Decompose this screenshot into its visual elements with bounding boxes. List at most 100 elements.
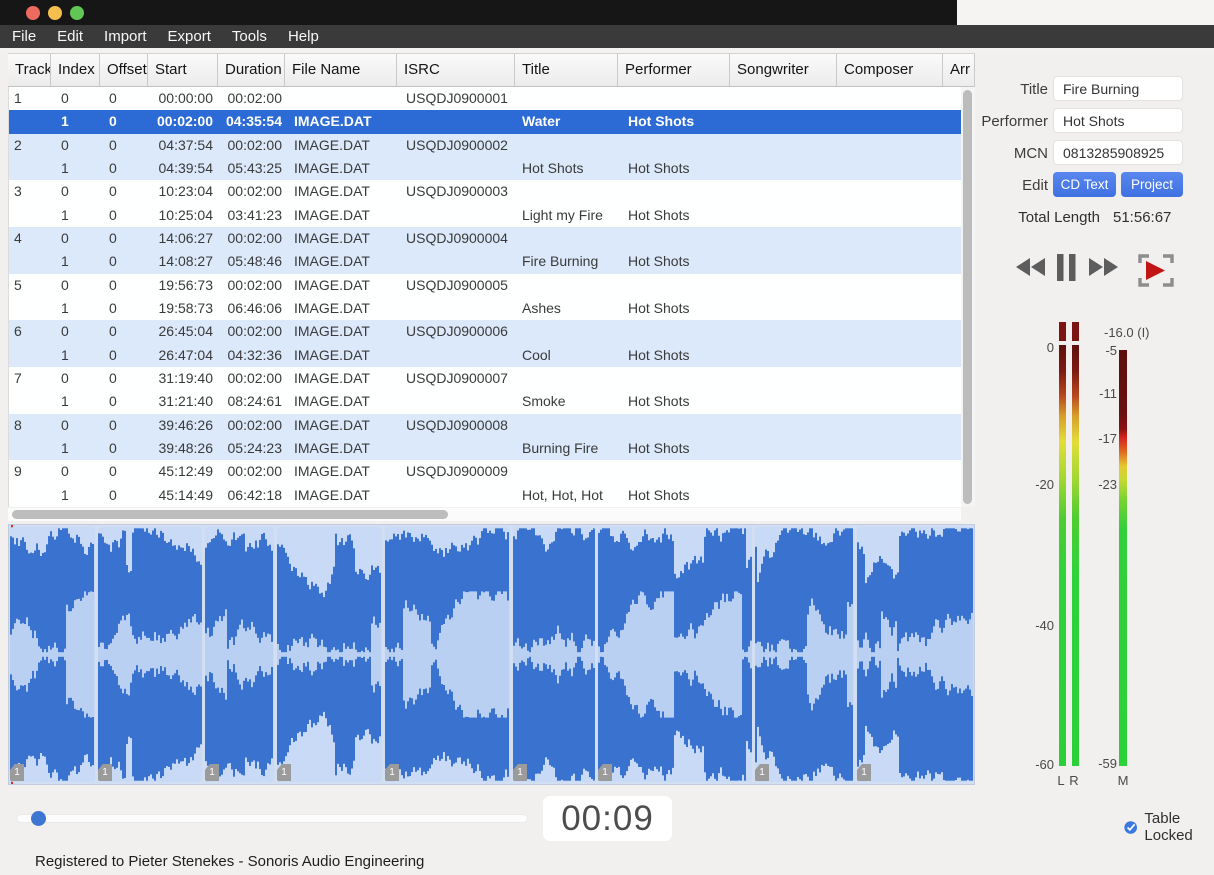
table-row[interactable]: 30010:23:0400:02:00IMAGE.DATUSQDJ0900003 <box>9 180 961 203</box>
waveform-track-segment[interactable]: 1 <box>98 527 202 782</box>
table-cell <box>838 227 944 250</box>
table-cell: 0 <box>52 414 101 437</box>
zoom-window-button[interactable] <box>70 6 84 20</box>
menu-help[interactable]: Help <box>288 28 319 45</box>
table-row[interactable]: 70031:19:4000:02:00IMAGE.DATUSQDJ0900007 <box>9 367 961 390</box>
column-header-offset[interactable]: Offset <box>100 54 148 86</box>
table-cell: 04:32:36 <box>219 344 286 367</box>
table-cell <box>286 87 398 110</box>
horizontal-scrollbar-thumb[interactable] <box>12 510 448 519</box>
rewind-button[interactable] <box>1016 258 1046 276</box>
waveform-track-segment[interactable]: 1 <box>857 527 974 782</box>
table-row[interactable]: 20004:37:5400:02:00IMAGE.DATUSQDJ0900002 <box>9 134 961 157</box>
table-row[interactable]: 60026:45:0400:02:00IMAGE.DATUSQDJ0900006 <box>9 320 961 343</box>
table-cell: USQDJ0900005 <box>398 274 516 297</box>
column-header-start[interactable]: Start <box>148 54 218 86</box>
menu-import[interactable]: Import <box>104 28 147 45</box>
pause-button[interactable] <box>1057 254 1076 281</box>
table-cell: 1 <box>52 390 101 413</box>
table-cell <box>838 414 944 437</box>
column-header-isrc[interactable]: ISRC <box>397 54 515 86</box>
table-cell <box>619 320 731 343</box>
table-row[interactable]: 1010:25:0403:41:23IMAGE.DATLight my Fire… <box>9 204 961 227</box>
close-window-button[interactable] <box>26 6 40 20</box>
table-cell: 0 <box>52 274 101 297</box>
column-header-title[interactable]: Title <box>515 54 618 86</box>
table-locked-checkbox-icon[interactable] <box>1124 819 1137 836</box>
table-cell: 45:14:49 <box>149 484 219 507</box>
column-header-track[interactable]: Track <box>8 54 51 86</box>
play-region-button[interactable] <box>1135 253 1177 288</box>
meter-scale-label: M <box>1116 773 1130 788</box>
clip-indicator-left <box>1059 322 1066 341</box>
project-button[interactable]: Project <box>1121 172 1183 197</box>
waveform-track-segment[interactable]: 1 <box>10 527 95 782</box>
waveform-track-segment[interactable]: 1 <box>205 527 274 782</box>
table-cell: 04:39:54 <box>149 157 219 180</box>
table-cell <box>619 87 731 110</box>
table-row[interactable]: 1045:14:4906:42:18IMAGE.DATHot, Hot, Hot… <box>9 484 961 507</box>
column-header-songwriter[interactable]: Songwriter <box>730 54 837 86</box>
waveform-track-segment[interactable]: 1 <box>598 527 752 782</box>
table-cell <box>838 320 944 343</box>
fast-forward-button[interactable] <box>1089 258 1119 276</box>
table-row[interactable]: 90045:12:4900:02:00IMAGE.DATUSQDJ0900009 <box>9 460 961 483</box>
performer-field[interactable]: Hot Shots <box>1053 108 1183 133</box>
table-cell: 00:02:00 <box>219 367 286 390</box>
title-field[interactable]: Fire Burning <box>1053 76 1183 101</box>
table-cell: 0 <box>101 204 149 227</box>
table-cell <box>731 437 838 460</box>
waveform-track-segment[interactable]: 1 <box>513 527 595 782</box>
table-row[interactable]: 10000:00:0000:02:00USQDJ0900001 <box>9 87 961 110</box>
table-cell <box>516 414 619 437</box>
mcn-field[interactable]: 0813285908925 <box>1053 140 1183 165</box>
table-row[interactable]: 1039:48:2605:24:23IMAGE.DATBurning FireH… <box>9 437 961 460</box>
table-cell: 00:02:00 <box>219 274 286 297</box>
table-row[interactable]: 40014:06:2700:02:00IMAGE.DATUSQDJ0900004 <box>9 227 961 250</box>
table-cell: USQDJ0900008 <box>398 414 516 437</box>
table-cell: 04:35:54 <box>219 110 286 133</box>
table-cell: 00:02:00 <box>219 460 286 483</box>
minimize-window-button[interactable] <box>48 6 62 20</box>
column-header-index[interactable]: Index <box>51 54 100 86</box>
table-row[interactable]: 1019:58:7306:46:06IMAGE.DATAshesHot Shot… <box>9 297 961 320</box>
table-cell: 05:24:23 <box>219 437 286 460</box>
table-cell: Hot, Hot, Hot <box>516 484 619 507</box>
menu-bar: File Edit Import Export Tools Help <box>0 25 1214 48</box>
table-row[interactable]: 50019:56:7300:02:00IMAGE.DATUSQDJ0900005 <box>9 274 961 297</box>
cd-text-button[interactable]: CD Text <box>1053 172 1116 197</box>
table-row[interactable]: 1004:39:5405:43:25IMAGE.DATHot ShotsHot … <box>9 157 961 180</box>
column-header-file-name[interactable]: File Name <box>285 54 397 86</box>
table-cell: Hot Shots <box>619 437 731 460</box>
table-cell: 05:48:46 <box>219 250 286 273</box>
table-cell <box>838 367 944 390</box>
table-row[interactable]: 80039:46:2600:02:00IMAGE.DATUSQDJ0900008 <box>9 414 961 437</box>
waveform-track-segment[interactable]: 1 <box>755 527 854 782</box>
table-cell: 1 <box>52 344 101 367</box>
waveform-track-segment[interactable]: 1 <box>385 527 510 782</box>
column-header-duration[interactable]: Duration <box>218 54 285 86</box>
table-locked-control[interactable]: Table Locked <box>1124 810 1214 844</box>
waveform-track-segment[interactable]: 1 <box>277 527 382 782</box>
table-cell <box>838 460 944 483</box>
menu-tools[interactable]: Tools <box>232 28 267 45</box>
column-header-performer[interactable]: Performer <box>618 54 730 86</box>
table-cell <box>731 134 838 157</box>
waveform-display[interactable]: 111111111 <box>8 524 975 785</box>
table-cell: Hot Shots <box>619 297 731 320</box>
table-row[interactable]: 1014:08:2705:48:46IMAGE.DATFire BurningH… <box>9 250 961 273</box>
table-row-selected[interactable]: 1000:02:0004:35:54IMAGE.DATWaterHot Shot… <box>9 110 961 133</box>
menu-edit[interactable]: Edit <box>57 28 83 45</box>
position-slider[interactable] <box>16 814 528 823</box>
table-cell: 0 <box>101 367 149 390</box>
table-row[interactable]: 1031:21:4008:24:61IMAGE.DATSmokeHot Shot… <box>9 390 961 413</box>
column-header-composer[interactable]: Composer <box>837 54 943 86</box>
menu-file[interactable]: File <box>12 28 36 45</box>
menu-export[interactable]: Export <box>168 28 211 45</box>
title-bar-dark-region <box>0 0 957 25</box>
table-cell: 14:08:27 <box>149 250 219 273</box>
table-row[interactable]: 1026:47:0404:32:36IMAGE.DATCoolHot Shots <box>9 344 961 367</box>
horizontal-scrollbar[interactable] <box>8 508 961 521</box>
meter-bar-mid <box>1119 350 1127 766</box>
position-slider-thumb[interactable] <box>31 811 46 826</box>
